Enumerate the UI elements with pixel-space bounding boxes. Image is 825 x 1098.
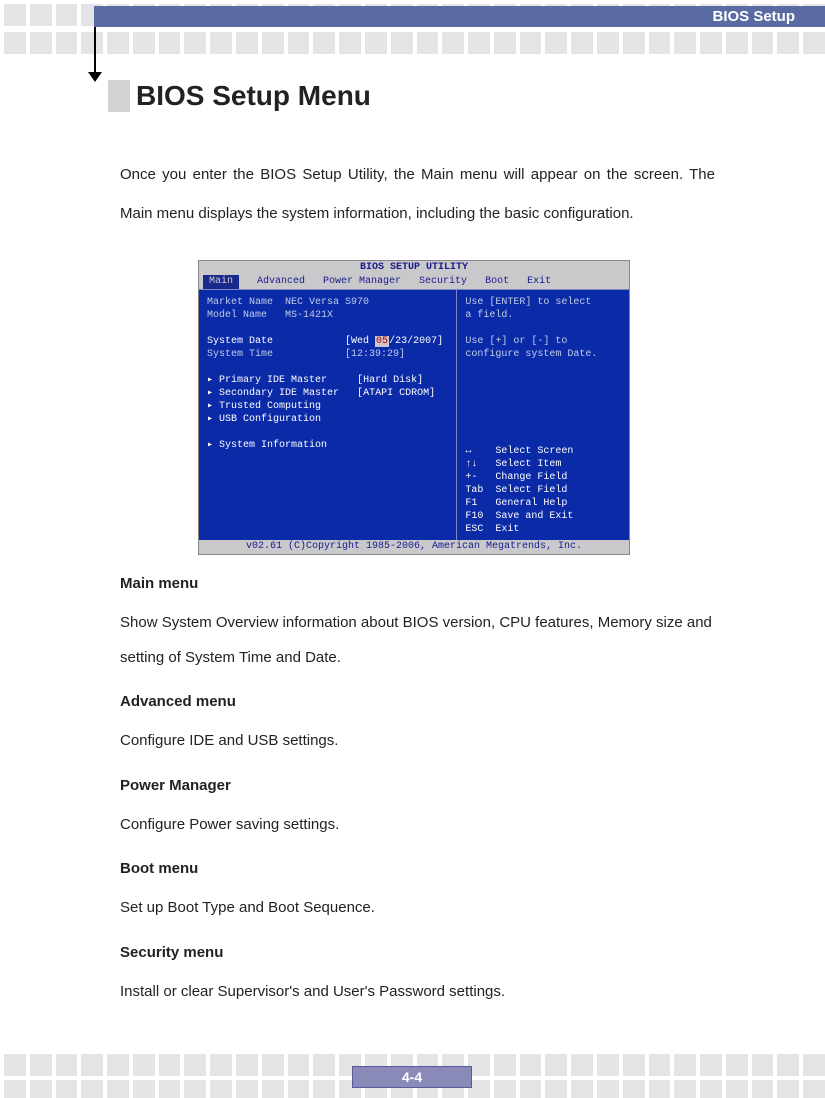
section-0-title: Main menu [120, 575, 715, 592]
bios-screenshot: BIOS SETUP UTILITY Main Advanced Power M… [198, 260, 630, 555]
page-number-badge: 4-4 [352, 1066, 472, 1088]
arrow-line [94, 27, 96, 75]
intro-paragraph: Once you enter the BIOS Setup Utility, t… [120, 155, 715, 233]
bios-body: Market Name NEC Versa S970 Model Name MS… [199, 289, 629, 540]
heading-block: BIOS Setup Menu [108, 80, 371, 112]
bios-date-pre: [Wed [345, 336, 375, 347]
bios-sysinfo: System Information [219, 440, 327, 451]
section-2-desc: Configure Power saving settings. [120, 808, 715, 843]
bios-item-2-label: Trusted Computing [219, 401, 321, 412]
bios-title-bar: BIOS SETUP UTILITY [199, 261, 629, 275]
bios-date-hl: 05 [375, 336, 389, 347]
bios-nav-6: ESC Exit [465, 523, 623, 536]
section-2-title: Power Manager [120, 777, 715, 794]
page-heading: BIOS Setup Menu [136, 80, 371, 112]
section-3-title: Boot menu [120, 860, 715, 877]
bios-tab-advanced: Advanced [257, 275, 305, 289]
heading-bullet-icon [108, 80, 130, 112]
bios-nav-3: Tab Select Field [465, 484, 623, 497]
section-4-desc: Install or clear Supervisor's and User's… [120, 975, 715, 1010]
header-bar: BIOS Setup [94, 6, 825, 27]
bios-tab-main: Main [203, 275, 239, 289]
menu-sections: Main menu Show System Overview informati… [120, 575, 715, 1009]
bios-footer: v02.61 (C)Copyright 1985-2006, American … [199, 540, 629, 554]
bios-item-3-label: USB Configuration [219, 414, 321, 425]
bios-tab-boot: Boot [485, 275, 509, 289]
section-1-desc: Configure IDE and USB settings. [120, 724, 715, 759]
bios-nav-0: ↔ Select Screen [465, 445, 623, 458]
section-3-desc: Set up Boot Type and Boot Sequence. [120, 891, 715, 926]
bios-nav-4: F1 General Help [465, 497, 623, 510]
bios-left-pane: Market Name NEC Versa S970 Model Name MS… [199, 290, 457, 540]
bios-tab-exit: Exit [527, 275, 551, 289]
bios-tab-bar: Main Advanced Power Manager Security Boo… [199, 275, 629, 289]
bios-date-label: System Date [207, 336, 273, 347]
bios-right-pane: Use [ENTER] to select a field. Use [+] o… [457, 290, 629, 540]
bios-nav-1: ↑↓ Select Item [465, 458, 623, 471]
bios-nav-2: +- Change Field [465, 471, 623, 484]
bios-market-label: Market Name [207, 297, 273, 308]
bios-time-label: System Time [207, 349, 273, 360]
bios-date-post: /23/2007] [389, 336, 443, 347]
bios-help1: Use [ENTER] to select [465, 296, 621, 309]
bios-time-value: [12:39:29] [345, 349, 405, 360]
arrow-down-icon [88, 72, 102, 82]
bios-nav-help: ↔ Select Screen ↑↓ Select Item +- Change… [465, 445, 623, 536]
bios-item-0-value: [Hard Disk] [357, 375, 423, 386]
bios-help4: configure system Date. [465, 348, 621, 361]
section-0-desc: Show System Overview information about B… [120, 606, 715, 675]
bios-market-value: NEC Versa S970 [285, 297, 369, 308]
bios-model-label: Model Name [207, 310, 267, 321]
header-title: BIOS Setup [712, 8, 795, 25]
bios-tab-power: Power Manager [323, 275, 401, 289]
section-1-title: Advanced menu [120, 693, 715, 710]
section-4-title: Security menu [120, 944, 715, 961]
bios-tab-security: Security [419, 275, 467, 289]
bios-item-1-value: [ATAPI CDROM] [357, 388, 435, 399]
bios-help2: a field. [465, 309, 621, 322]
bios-model-value: MS-1421X [285, 310, 333, 321]
bios-help3: Use [+] or [-] to [465, 335, 621, 348]
bios-item-1-label: Secondary IDE Master [219, 388, 339, 399]
bios-item-0-label: Primary IDE Master [219, 375, 327, 386]
bios-nav-5: F10 Save and Exit [465, 510, 623, 523]
